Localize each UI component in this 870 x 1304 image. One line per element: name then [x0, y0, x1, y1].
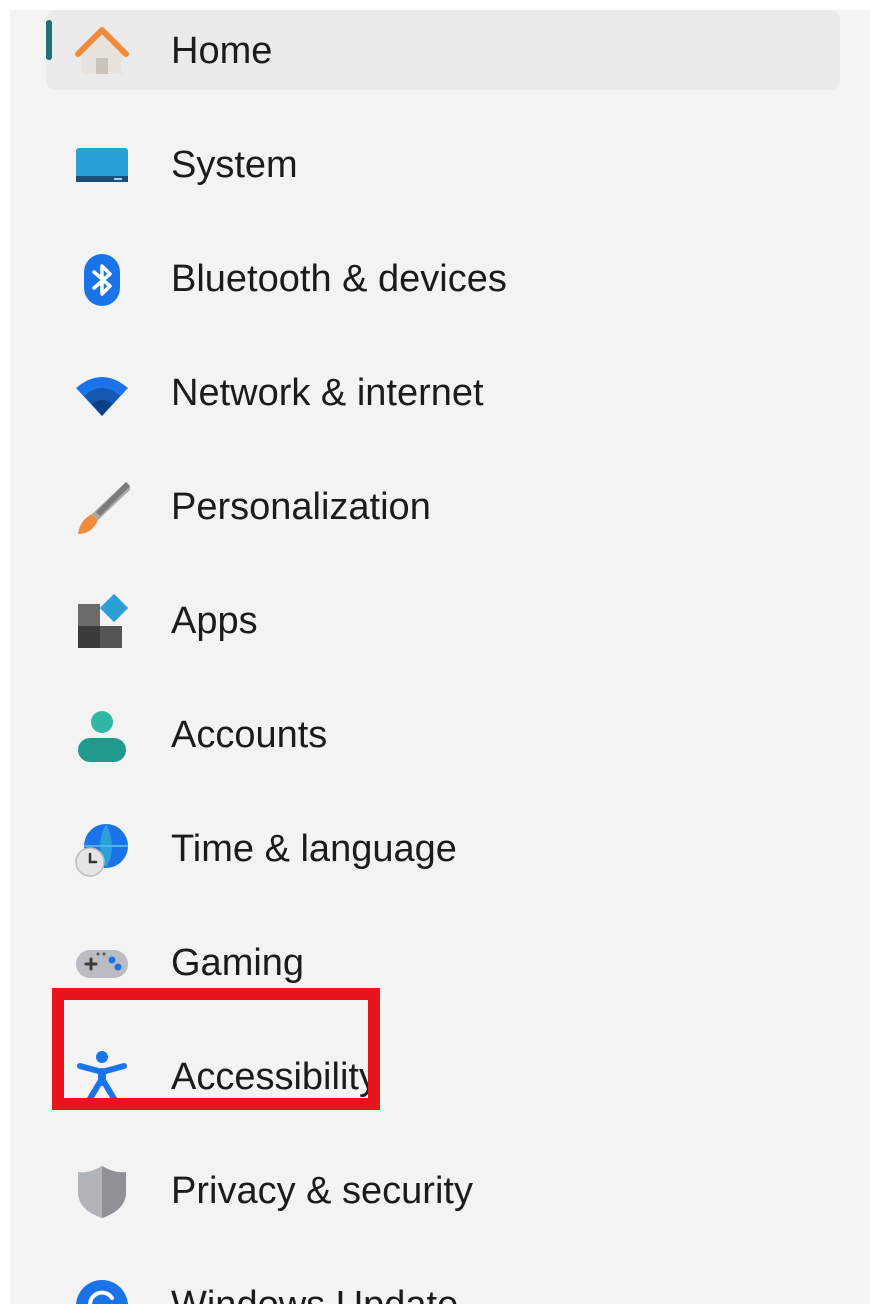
accessibility-icon [74, 1050, 130, 1106]
globe-clock-icon [74, 822, 130, 878]
nav-item-label: Apps [171, 600, 258, 642]
nav-item-network[interactable]: Network & internet [46, 352, 840, 432]
nav-item-apps[interactable]: Apps [46, 580, 840, 660]
nav-item-windows-update[interactable]: Windows Update [46, 1264, 840, 1304]
system-icon [74, 138, 130, 194]
nav-item-label: Accounts [171, 714, 328, 756]
nav-item-bluetooth[interactable]: Bluetooth & devices [46, 238, 840, 318]
nav-item-home[interactable]: Home [46, 10, 840, 90]
nav-item-label: Network & internet [171, 372, 484, 414]
nav-item-label: Bluetooth & devices [171, 258, 507, 300]
nav-item-accounts[interactable]: Accounts [46, 694, 840, 774]
nav-item-system[interactable]: System [46, 124, 840, 204]
update-icon [74, 1278, 130, 1304]
brush-icon [74, 480, 130, 536]
bluetooth-icon [74, 252, 130, 308]
shield-icon [74, 1164, 130, 1220]
nav-item-label: Gaming [171, 942, 305, 984]
nav-item-label: System [171, 144, 298, 186]
nav-item-label: Home [171, 30, 273, 72]
settings-nav-pane: Home System Bluetooth & devices Network … [10, 10, 870, 1304]
selection-indicator [46, 20, 52, 60]
wifi-icon [74, 366, 130, 422]
nav-item-label: Windows Update [171, 1282, 458, 1304]
nav-item-personalization[interactable]: Personalization [46, 466, 840, 546]
controller-icon [74, 936, 130, 992]
nav-item-time-language[interactable]: Time & language [46, 808, 840, 888]
nav-item-label: Time & language [171, 828, 457, 870]
nav-item-label: Privacy & security [171, 1170, 473, 1212]
nav-item-accessibility[interactable]: Accessibility [46, 1036, 840, 1116]
nav-item-label: Personalization [171, 486, 431, 528]
nav-item-label: Accessibility [171, 1056, 378, 1098]
home-icon [74, 24, 130, 80]
nav-item-gaming[interactable]: Gaming [46, 922, 840, 1002]
account-icon [74, 708, 130, 764]
apps-icon [74, 594, 130, 650]
nav-item-privacy-security[interactable]: Privacy & security [46, 1150, 840, 1230]
